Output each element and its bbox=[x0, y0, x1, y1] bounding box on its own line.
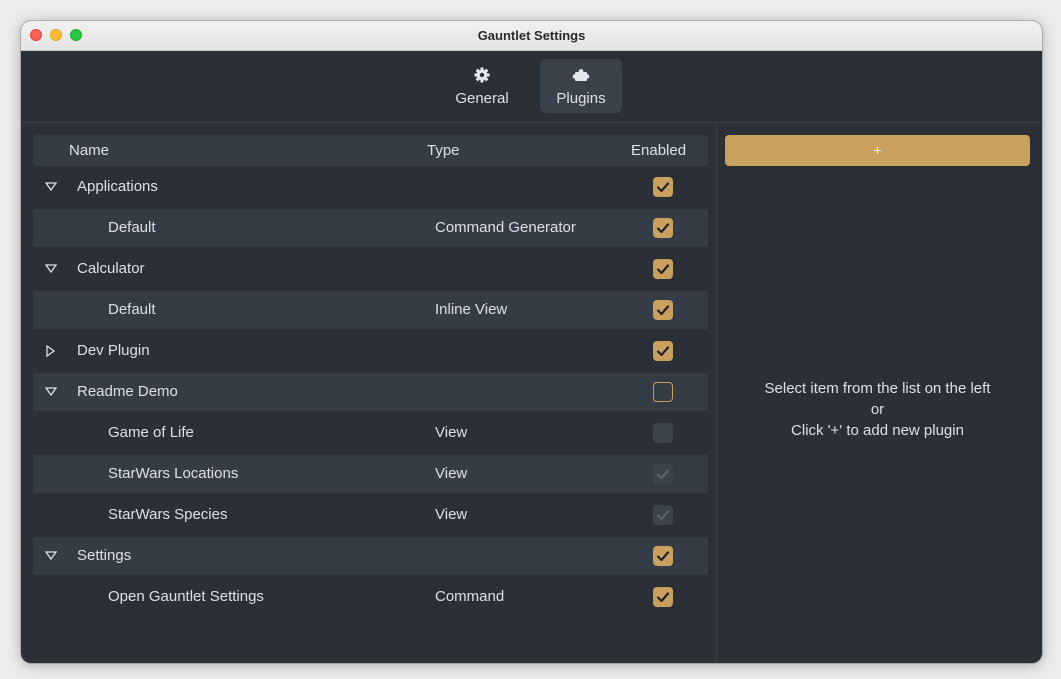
plugin-row-game-of-life[interactable]: Game of Life View bbox=[33, 414, 708, 452]
plugin-row-starwars-species[interactable]: StarWars Species View bbox=[33, 496, 708, 534]
hint-line-3: Click '+' to add new plugin bbox=[791, 422, 964, 439]
window-title: Gauntlet Settings bbox=[477, 28, 586, 43]
plugin-row-default[interactable]: Default Inline View bbox=[33, 291, 708, 329]
enabled-checkbox bbox=[653, 505, 673, 525]
row-name: Default bbox=[108, 301, 156, 318]
row-type: View bbox=[435, 506, 468, 523]
puzzle-icon bbox=[540, 67, 622, 83]
enabled-checkbox bbox=[653, 464, 673, 484]
panel-divider[interactable] bbox=[716, 123, 717, 663]
list-header: Name Type Enabled bbox=[33, 135, 708, 166]
add-plugin-button[interactable]: + bbox=[725, 135, 1030, 166]
row-type: Command Generator bbox=[435, 219, 576, 236]
plugin-row-default[interactable]: Default Command Generator bbox=[33, 209, 708, 247]
row-name: Readme Demo bbox=[77, 383, 178, 400]
tab-general-label: General bbox=[455, 90, 509, 107]
hint-line-2: or bbox=[870, 401, 885, 418]
enabled-checkbox[interactable] bbox=[653, 177, 673, 197]
column-header-name[interactable]: Name bbox=[69, 135, 109, 166]
enabled-checkbox bbox=[653, 423, 673, 443]
enabled-checkbox[interactable] bbox=[653, 300, 673, 320]
plugin-row-applications[interactable]: Applications bbox=[33, 168, 708, 206]
tab-plugins[interactable]: Plugins bbox=[540, 59, 622, 113]
enabled-checkbox[interactable] bbox=[653, 587, 673, 607]
column-header-type[interactable]: Type bbox=[427, 135, 460, 166]
row-name: StarWars Locations bbox=[108, 465, 239, 482]
toolbar: General Plugins bbox=[21, 51, 1042, 123]
triangle-down-icon[interactable] bbox=[44, 549, 58, 561]
row-name: Settings bbox=[77, 547, 132, 564]
row-name: Calculator bbox=[77, 260, 145, 277]
plugin-row-readme-demo[interactable]: Readme Demo bbox=[33, 373, 708, 411]
title-bar[interactable]: Gauntlet Settings bbox=[21, 21, 1042, 51]
settings-window: Gauntlet Settings General Plugins Name T… bbox=[21, 21, 1042, 663]
plugin-row-settings[interactable]: Settings bbox=[33, 537, 708, 575]
triangle-down-icon[interactable] bbox=[44, 385, 58, 397]
row-name: StarWars Species bbox=[108, 506, 228, 523]
plugin-row-open-gauntlet-settings[interactable]: Open Gauntlet Settings Command bbox=[33, 578, 708, 616]
plugin-row-starwars-locations[interactable]: StarWars Locations View bbox=[33, 455, 708, 493]
plugins-content: Name Type Enabled Applications Default C… bbox=[21, 123, 1042, 663]
column-header-enabled[interactable]: Enabled bbox=[631, 135, 686, 166]
triangle-right-icon[interactable] bbox=[45, 344, 57, 358]
row-type: View bbox=[435, 465, 468, 482]
row-type: Inline View bbox=[435, 301, 508, 318]
plugin-row-calculator[interactable]: Calculator bbox=[33, 250, 708, 288]
enabled-checkbox[interactable] bbox=[653, 341, 673, 361]
plugin-list: Name Type Enabled Applications Default C… bbox=[33, 135, 708, 615]
enabled-checkbox[interactable] bbox=[653, 259, 673, 279]
row-name: Applications bbox=[77, 178, 158, 195]
enabled-checkbox[interactable] bbox=[653, 382, 673, 402]
triangle-down-icon[interactable] bbox=[44, 180, 58, 192]
empty-selection-hint: Select item from the list on the left or… bbox=[725, 378, 1030, 441]
enabled-checkbox[interactable] bbox=[653, 218, 673, 238]
plugin-row-dev-plugin[interactable]: Dev Plugin bbox=[33, 332, 708, 370]
hint-line-1: Select item from the list on the left bbox=[764, 380, 991, 397]
triangle-down-icon[interactable] bbox=[44, 262, 58, 274]
row-type: View bbox=[435, 424, 468, 441]
row-type: Command bbox=[435, 588, 505, 605]
row-name: Game of Life bbox=[108, 424, 194, 441]
row-name: Default bbox=[108, 219, 156, 236]
row-name: Dev Plugin bbox=[77, 342, 150, 359]
tab-plugins-label: Plugins bbox=[556, 90, 606, 107]
tab-general[interactable]: General bbox=[444, 59, 520, 113]
row-name: Open Gauntlet Settings bbox=[108, 588, 264, 605]
enabled-checkbox[interactable] bbox=[653, 546, 673, 566]
gear-icon bbox=[444, 67, 520, 83]
